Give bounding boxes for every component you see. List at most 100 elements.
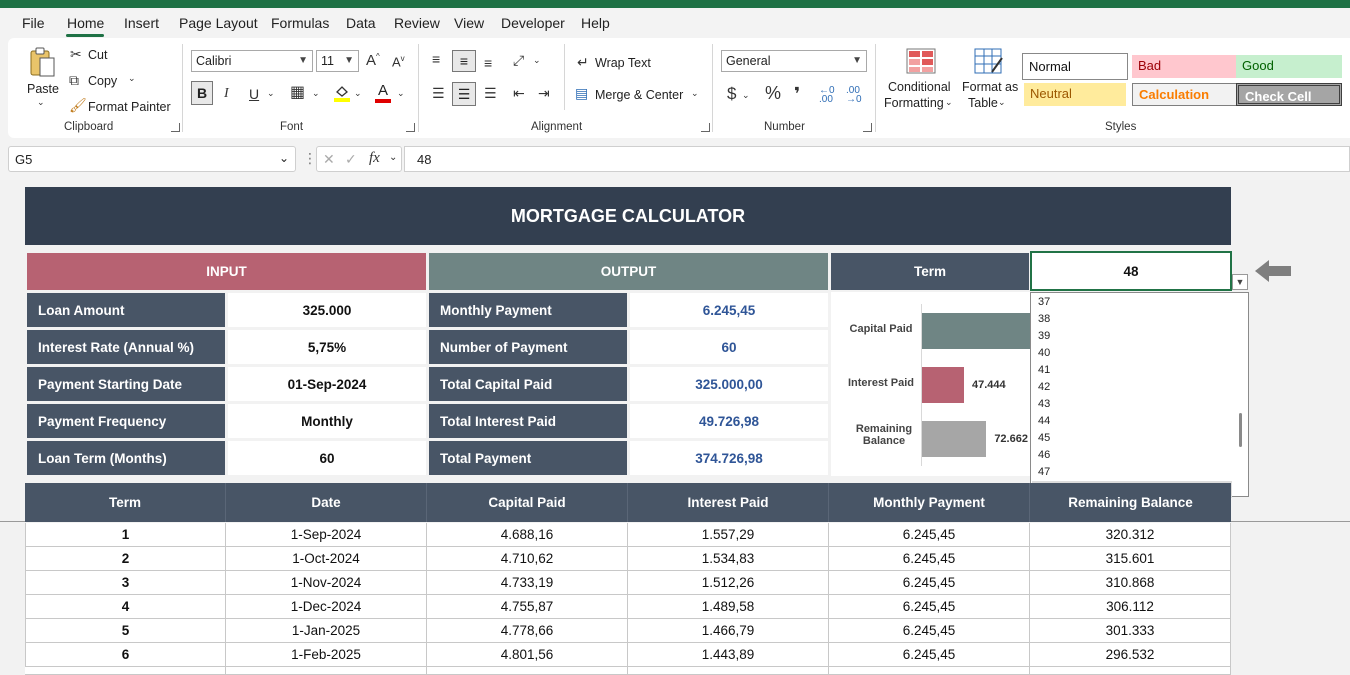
dropdown-option[interactable]: 44	[1032, 413, 1232, 430]
table-row-partial[interactable]	[25, 667, 226, 675]
decrease-decimal-icon[interactable]: .00 →0	[846, 86, 862, 105]
cell-capital-paid[interactable]: 4.688,16	[427, 523, 628, 547]
scissors-icon[interactable]: ✂	[70, 47, 82, 61]
more-options-icon[interactable]: ⋮	[303, 151, 317, 165]
number-format-select[interactable]: General ▼	[721, 50, 867, 72]
dropdown-option[interactable]: 41	[1032, 362, 1232, 379]
input-value[interactable]: 5,75%	[228, 330, 426, 364]
cut-button[interactable]: Cut	[88, 48, 107, 62]
cell-interest-paid[interactable]: 1.443,89	[628, 643, 829, 667]
align-top-icon[interactable]: ≡	[432, 52, 440, 66]
comma-format-icon[interactable]: ❜	[794, 85, 800, 103]
conditional-formatting-label-1[interactable]: Conditional	[888, 80, 951, 94]
dialog-launcher-icon[interactable]	[701, 123, 710, 132]
cell-date[interactable]: 1-Jan-2025	[226, 619, 427, 643]
input-value[interactable]: 325.000	[228, 293, 426, 327]
merge-center-icon[interactable]: ▤	[575, 86, 588, 100]
style-calculation[interactable]: Calculation	[1132, 83, 1238, 106]
format-painter-button[interactable]: Format Painter	[88, 100, 171, 114]
dropdown-option[interactable]: 43	[1032, 396, 1232, 413]
chevron-down-icon[interactable]: ⌄	[389, 153, 397, 163]
menu-home[interactable]: Home	[67, 15, 104, 31]
wrap-text-button[interactable]: Wrap Text	[595, 56, 651, 70]
menu-data[interactable]: Data	[346, 15, 376, 31]
conditional-formatting-label-2[interactable]: Formatting	[884, 96, 944, 110]
dropdown-option[interactable]: 42	[1032, 379, 1232, 396]
cell-term[interactable]: 6	[25, 643, 226, 667]
font-size-select[interactable]: 11 ▼	[316, 50, 359, 72]
orientation-icon[interactable]: ⤢	[513, 53, 524, 67]
cell-interest-paid[interactable]: 1.466,79	[628, 619, 829, 643]
font-color-icon[interactable]: A	[375, 83, 391, 103]
paste-button[interactable]: Paste	[27, 82, 59, 96]
chevron-down-icon[interactable]: ⌄	[354, 89, 362, 98]
align-right-icon[interactable]: ☰	[484, 86, 497, 100]
menu-developer[interactable]: Developer	[501, 15, 565, 31]
cell-remaining-balance[interactable]: 301.333	[1030, 619, 1231, 643]
decrease-indent-icon[interactable]: ⇤	[513, 86, 525, 100]
format-painter-icon[interactable]: 🖌	[69, 98, 87, 112]
align-center-icon[interactable]: ☰	[452, 82, 476, 106]
name-box[interactable]: G5 ⌄	[8, 146, 296, 172]
formula-input[interactable]: 48	[404, 146, 1350, 172]
menu-page-layout[interactable]: Page Layout	[179, 15, 258, 31]
menu-insert[interactable]: Insert	[124, 15, 159, 31]
align-left-icon[interactable]: ☰	[432, 86, 445, 100]
term-input-cell[interactable]: 48	[1030, 251, 1232, 291]
table-row-partial[interactable]	[427, 667, 628, 675]
cell-remaining-balance[interactable]: 315.601	[1030, 547, 1231, 571]
menu-help[interactable]: Help	[581, 15, 610, 31]
table-row-partial[interactable]	[829, 667, 1030, 675]
increase-decimal-icon[interactable]: ←0.00	[819, 86, 835, 105]
cell-monthly-payment[interactable]: 6.245,45	[829, 595, 1030, 619]
cell-date[interactable]: 1-Dec-2024	[226, 595, 427, 619]
chevron-down-icon[interactable]: ⌄	[945, 98, 953, 107]
cell-term[interactable]: 5	[25, 619, 226, 643]
dropdown-option[interactable]: 40	[1032, 345, 1232, 362]
dropdown-option[interactable]: 47	[1032, 464, 1232, 481]
cell-interest-paid[interactable]: 1.512,26	[628, 571, 829, 595]
chevron-down-icon[interactable]: ⌄	[267, 89, 275, 98]
underline-button[interactable]: U	[249, 87, 259, 101]
dropdown-option[interactable]: 46	[1032, 447, 1232, 464]
menu-file[interactable]: File	[22, 15, 45, 31]
cell-monthly-payment[interactable]: 6.245,45	[829, 619, 1030, 643]
currency-format-icon[interactable]: $	[727, 85, 736, 102]
style-neutral[interactable]: Neutral	[1024, 83, 1126, 106]
dropdown-scrollbar[interactable]	[1239, 413, 1242, 447]
table-row-partial[interactable]	[226, 667, 427, 675]
cell-date[interactable]: 1-Sep-2024	[226, 523, 427, 547]
format-as-table-label-1[interactable]: Format as	[962, 80, 1018, 94]
chevron-down-icon[interactable]: ⌄	[691, 89, 699, 98]
format-as-table-label-2[interactable]: Table	[968, 96, 998, 110]
dialog-launcher-icon[interactable]	[171, 123, 180, 132]
cell-term[interactable]: 1	[25, 523, 226, 547]
cell-term[interactable]: 3	[25, 571, 226, 595]
cell-remaining-balance[interactable]: 310.868	[1030, 571, 1231, 595]
cell-capital-paid[interactable]: 4.710,62	[427, 547, 628, 571]
chevron-down-icon[interactable]: ⌄	[37, 98, 45, 107]
wrap-text-icon[interactable]: ↵	[577, 55, 589, 69]
cell-term[interactable]: 2	[25, 547, 226, 571]
fill-color-icon[interactable]	[334, 84, 350, 102]
italic-button[interactable]: I	[224, 87, 229, 101]
font-name-select[interactable]: Calibri ▼	[191, 50, 313, 72]
term-dropdown-list[interactable]: 37 38 39 40 41 42 43 44 45 46 47 48	[1030, 292, 1249, 498]
cell-interest-paid[interactable]: 1.489,58	[628, 595, 829, 619]
menu-review[interactable]: Review	[394, 15, 440, 31]
chevron-down-icon[interactable]: ⌄	[397, 89, 405, 98]
merge-center-button[interactable]: Merge & Center	[595, 88, 683, 102]
table-row-partial[interactable]	[628, 667, 829, 675]
cell-capital-paid[interactable]: 4.755,87	[427, 595, 628, 619]
cell-remaining-balance[interactable]: 296.532	[1030, 643, 1231, 667]
cell-date[interactable]: 1-Feb-2025	[226, 643, 427, 667]
cell-interest-paid[interactable]: 1.557,29	[628, 523, 829, 547]
cell-term[interactable]: 4	[25, 595, 226, 619]
menu-formulas[interactable]: Formulas	[271, 15, 329, 31]
percent-format-icon[interactable]: %	[765, 84, 781, 102]
menu-view[interactable]: View	[454, 15, 484, 31]
align-bottom-icon[interactable]: ≡	[484, 56, 492, 70]
dropdown-option[interactable]: 39	[1032, 328, 1232, 345]
paste-icon[interactable]	[28, 46, 56, 78]
cell-date[interactable]: 1-Oct-2024	[226, 547, 427, 571]
